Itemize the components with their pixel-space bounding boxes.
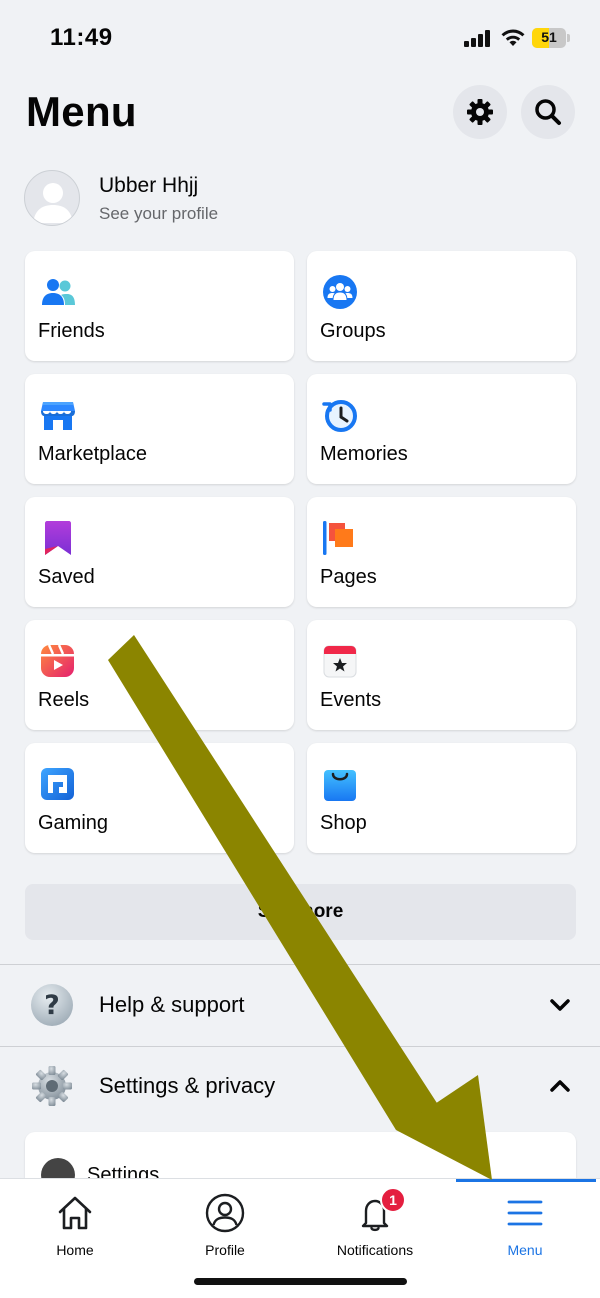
shortcut-saved[interactable]: Saved	[25, 497, 294, 607]
status-time: 11:49	[50, 24, 113, 51]
profile-name: Ubber Hhjj	[99, 174, 199, 197]
shortcut-label: Pages	[320, 566, 377, 588]
wifi-icon	[501, 29, 525, 46]
settings-button[interactable]	[453, 85, 507, 139]
chevron-up-icon	[550, 1080, 570, 1092]
status-bar: 11:49 51	[0, 0, 600, 76]
cellular-signal-icon	[464, 30, 492, 47]
gear-icon	[32, 1066, 72, 1106]
shortcut-label: Friends	[38, 320, 105, 342]
nav-label: Notifications	[336, 1242, 414, 1258]
profile-subtitle: See your profile	[99, 204, 219, 223]
svg-text:?: ?	[44, 990, 60, 1021]
saved-icon	[45, 521, 71, 555]
groups-icon	[323, 275, 357, 309]
nav-label: Menu	[507, 1242, 543, 1258]
gaming-icon	[41, 768, 74, 800]
settings-privacy-row[interactable]: Settings & privacy	[0, 1046, 600, 1126]
search-button[interactable]	[521, 85, 575, 139]
pages-icon	[323, 521, 353, 555]
help-support-row[interactable]: ? Help & support	[0, 965, 600, 1045]
shortcut-pages[interactable]: Pages	[307, 497, 576, 607]
home-icon	[58, 1196, 92, 1230]
memories-icon	[322, 400, 357, 432]
see-more-button[interactable]: See more	[25, 884, 576, 940]
shortcut-events[interactable]: Events	[307, 620, 576, 730]
reels-icon	[41, 644, 74, 677]
nav-notifications[interactable]: 1 Notifications	[300, 1179, 450, 1269]
search-icon	[535, 99, 561, 125]
shortcut-groups[interactable]: Groups	[307, 251, 576, 361]
gear-icon	[467, 99, 493, 125]
question-icon: ?	[31, 984, 73, 1026]
shortcut-label: Marketplace	[38, 443, 147, 465]
profile-icon	[205, 1193, 245, 1233]
shortcut-gaming[interactable]: Gaming	[25, 743, 294, 853]
nav-profile[interactable]: Profile	[150, 1179, 300, 1269]
menu-icon	[507, 1200, 543, 1226]
shortcut-label: Memories	[320, 443, 408, 465]
shortcut-reels[interactable]: Reels	[25, 620, 294, 730]
events-icon	[323, 645, 357, 678]
help-support-label: Help & support	[99, 992, 245, 1017]
nav-label: Profile	[205, 1242, 245, 1258]
shortcut-label: Shop	[320, 812, 367, 834]
battery-indicator: 51	[532, 28, 570, 48]
home-indicator	[194, 1278, 407, 1285]
shortcut-shop[interactable]: Shop	[307, 743, 576, 853]
shortcut-label: Groups	[320, 320, 386, 342]
default-avatar-icon	[33, 183, 73, 223]
page-title: Menu	[26, 88, 137, 135]
friends-icon	[42, 279, 75, 305]
shortcut-label: Saved	[38, 566, 95, 588]
notification-badge: 1	[380, 1187, 406, 1213]
avatar	[24, 170, 80, 226]
shortcut-friends[interactable]: Friends	[25, 251, 294, 361]
shop-icon	[324, 770, 356, 801]
shortcut-label: Events	[320, 689, 382, 711]
shortcut-label: Reels	[38, 689, 90, 711]
shortcut-memories[interactable]: Memories	[307, 374, 576, 484]
shortcut-marketplace[interactable]: Marketplace	[25, 374, 294, 484]
nav-home[interactable]: Home	[0, 1179, 150, 1269]
chevron-down-icon	[550, 999, 570, 1011]
nav-menu[interactable]: Menu	[450, 1179, 600, 1269]
profile-link[interactable]: Ubber Hhjj See your profile	[24, 170, 424, 228]
shortcut-label: Gaming	[38, 812, 109, 834]
settings-privacy-label: Settings & privacy	[99, 1073, 276, 1098]
battery-level-text: 51	[541, 29, 557, 45]
marketplace-icon	[41, 402, 75, 430]
nav-label: Home	[56, 1242, 94, 1258]
